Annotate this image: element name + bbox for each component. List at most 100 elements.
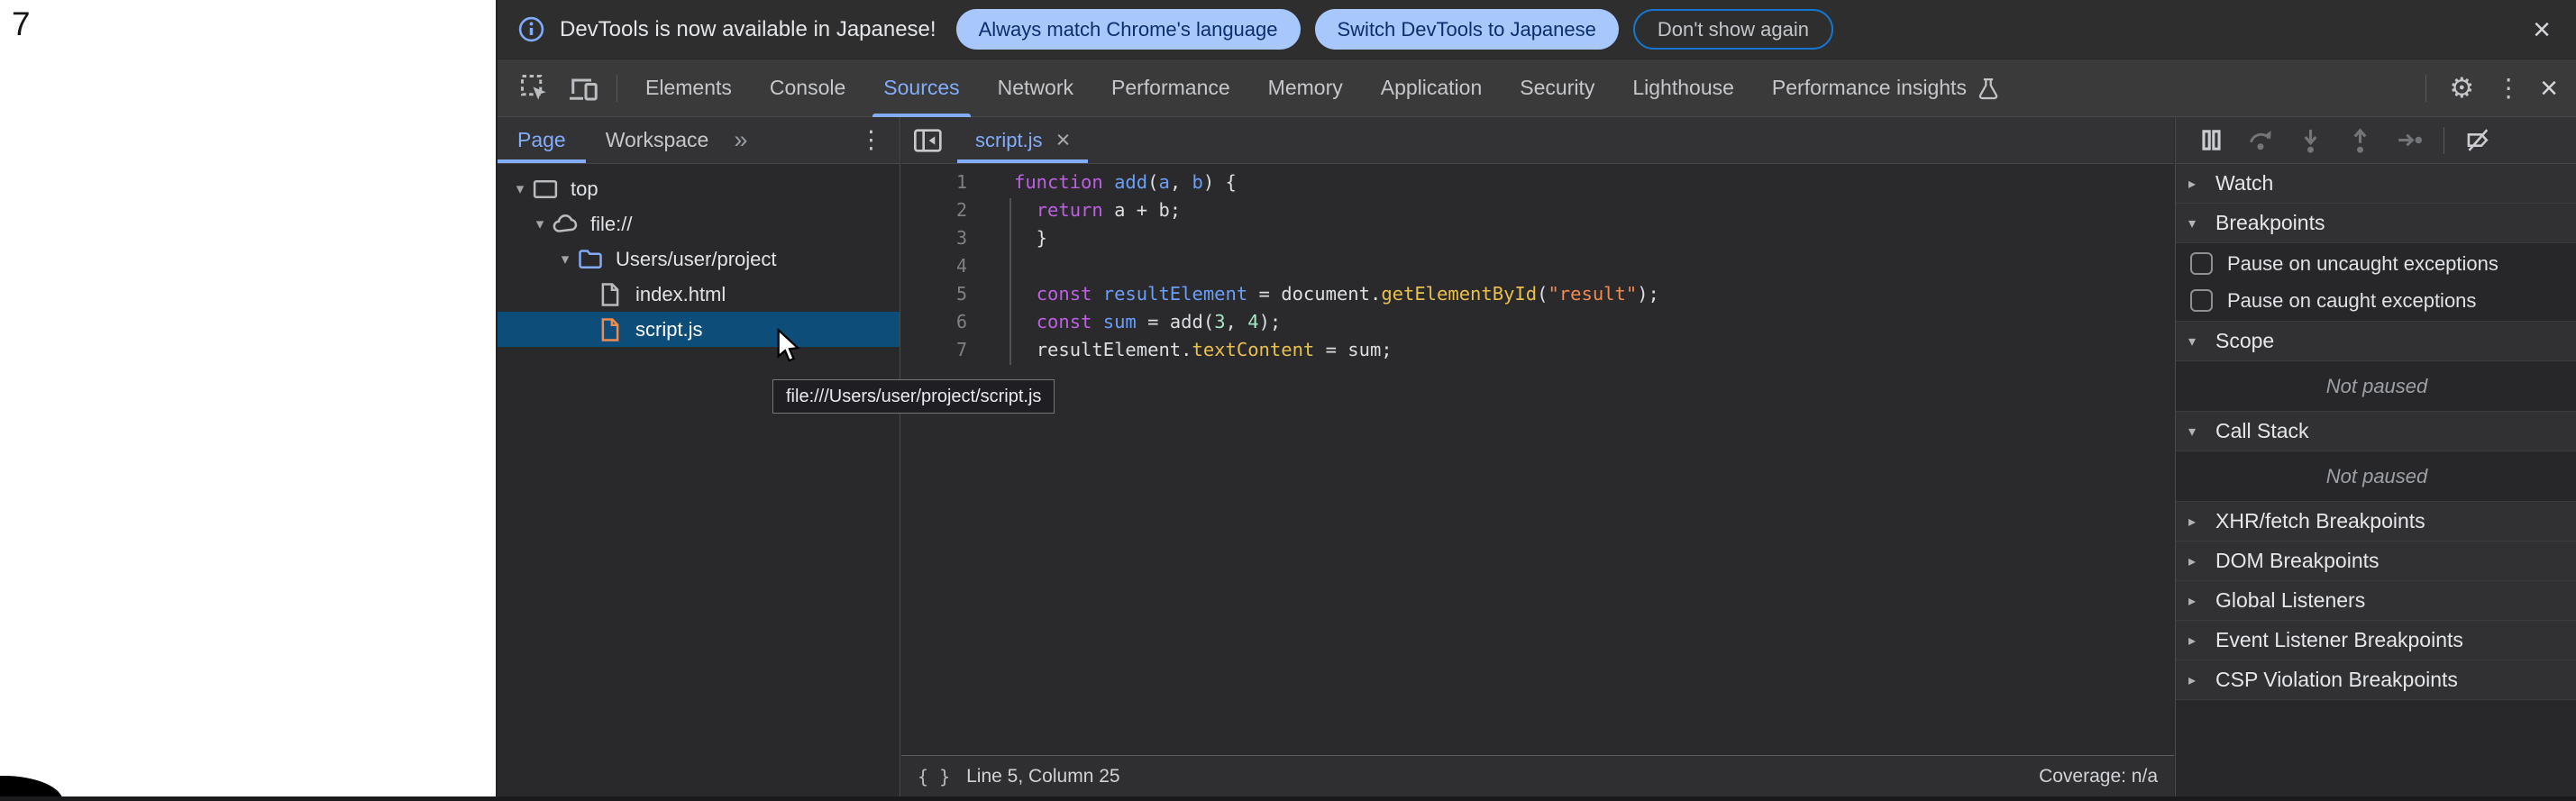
code-text: resultElement.textContent = sum; xyxy=(967,336,1393,364)
cursor-position-label: Line 5, Column 25 xyxy=(966,766,1119,787)
coverage-label: Coverage: n/a xyxy=(2039,766,2158,787)
code-line: 7 resultElement.textContent = sum; xyxy=(901,336,2174,364)
code-line: 3 } xyxy=(901,224,2174,252)
line-number[interactable]: 5 xyxy=(901,280,967,308)
code-line: 4 xyxy=(901,252,2174,280)
tab-label: Sources xyxy=(883,76,959,100)
tab-lighthouse[interactable]: Lighthouse xyxy=(1613,59,1753,117)
tab-memory[interactable]: Memory xyxy=(1249,59,1362,117)
folder-icon xyxy=(577,247,604,272)
section-dom-breakpoints[interactable]: ▸DOM Breakpoints xyxy=(2176,542,2576,581)
pretty-print-icon[interactable]: { } xyxy=(918,766,950,787)
step-out-icon[interactable] xyxy=(2346,126,2374,154)
tabbar-right-controls: ⚙ ⋮ × xyxy=(2416,73,2563,104)
file-tab-label: script.js xyxy=(975,129,1043,152)
step-into-icon[interactable] xyxy=(2297,126,2325,154)
toggle-navigator-icon[interactable] xyxy=(912,126,945,155)
line-number[interactable]: 6 xyxy=(901,308,967,336)
infobar-close-icon[interactable]: × xyxy=(2527,14,2556,45)
dont-show-again-button[interactable]: Don't show again xyxy=(1633,9,1833,50)
tab-performance-insights[interactable]: Performance insights xyxy=(1753,59,2020,117)
device-toolbar-icon[interactable] xyxy=(567,72,599,105)
always-match-language-button[interactable]: Always match Chrome's language xyxy=(956,9,1301,50)
checkbox[interactable] xyxy=(2190,289,2213,312)
settings-gear-icon[interactable]: ⚙ xyxy=(2441,74,2482,102)
tree-item-users-user-project[interactable]: ▾Users/user/project xyxy=(498,241,900,277)
chevron-right-icon: ▸ xyxy=(2188,552,2215,570)
frame-icon xyxy=(532,177,559,202)
code-text: function add(a, b) { xyxy=(967,168,1237,196)
navigator-more-icon[interactable]: ⋮ xyxy=(843,126,900,154)
tree-item-index-html[interactable]: index.html xyxy=(498,277,900,312)
code-text xyxy=(967,252,1014,280)
switch-devtools-japanese-button[interactable]: Switch DevTools to Japanese xyxy=(1315,9,1619,50)
line-number[interactable]: 2 xyxy=(901,196,967,224)
expand-arrow-icon[interactable]: ▾ xyxy=(528,215,552,233)
tree-item-label: script.js xyxy=(635,318,703,341)
tree-item-top[interactable]: ▾top xyxy=(498,171,900,206)
line-number[interactable]: 4 xyxy=(901,252,967,280)
devtools-close-icon[interactable]: × xyxy=(2535,73,2563,104)
expand-arrow-icon[interactable]: ▾ xyxy=(553,250,577,269)
browser-page-content: 7 xyxy=(0,0,496,801)
section-call-stack[interactable]: ▾Call Stack xyxy=(2176,412,2576,451)
checkbox-row-pause-on-uncaught-exceptions[interactable]: Pause on uncaught exceptions xyxy=(2176,245,2576,282)
code-line: 5 const resultElement = document.getElem… xyxy=(901,280,2174,308)
pause-icon[interactable] xyxy=(2197,126,2225,154)
info-icon xyxy=(517,15,545,43)
tab-label: Elements xyxy=(645,76,732,100)
devtools-main: PageWorkspace » ⋮ ▾top▾file://▾Users/use… xyxy=(498,117,2576,796)
tree-item-file[interactable]: ▾file:// xyxy=(498,206,900,241)
navigator-tab-page[interactable]: Page xyxy=(498,117,586,163)
section-label: DOM Breakpoints xyxy=(2215,549,2380,573)
tab-label: Performance xyxy=(1111,76,1230,100)
section-global-listeners[interactable]: ▸Global Listeners xyxy=(2176,581,2576,621)
tab-label: Application xyxy=(1381,76,1483,100)
tab-script-js[interactable]: script.js × xyxy=(957,117,1088,163)
chevron-right-icon: ▸ xyxy=(2188,175,2215,193)
section-xhr-fetch-breakpoints[interactable]: ▸XHR/fetch Breakpoints xyxy=(2176,502,2576,542)
tab-security[interactable]: Security xyxy=(1501,59,1613,117)
more-options-icon[interactable]: ⋮ xyxy=(2488,76,2529,101)
tab-elements[interactable]: Elements xyxy=(626,59,751,117)
navigator-tab-workspace[interactable]: Workspace xyxy=(586,117,729,163)
section-breakpoints[interactable]: ▾Breakpoints xyxy=(2176,204,2576,243)
tree-item-script-js[interactable]: script.js xyxy=(498,312,900,347)
section-scope[interactable]: ▾Scope xyxy=(2176,322,2576,361)
tab-application[interactable]: Application xyxy=(1362,59,1502,117)
checkbox-row-pause-on-caught-exceptions[interactable]: Pause on caught exceptions xyxy=(2176,282,2576,319)
section-watch[interactable]: ▸Watch xyxy=(2176,164,2576,204)
chevron-down-icon: ▾ xyxy=(2188,214,2215,232)
code-line: 1function add(a, b) { xyxy=(901,168,2174,196)
line-number[interactable]: 1 xyxy=(901,168,967,196)
step-over-icon[interactable] xyxy=(2247,126,2275,154)
tab-performance[interactable]: Performance xyxy=(1092,59,1249,117)
code-line: 2 return a + b; xyxy=(901,196,2174,224)
checkbox[interactable] xyxy=(2190,252,2213,275)
section-label: Watch xyxy=(2215,171,2273,196)
more-tabs-icon[interactable]: » xyxy=(728,126,753,154)
section-label: Event Listener Breakpoints xyxy=(2215,628,2463,652)
deactivate-breakpoints-icon[interactable] xyxy=(2464,126,2492,154)
section-csp-violation-breakpoints[interactable]: ▸CSP Violation Breakpoints xyxy=(2176,660,2576,700)
step-icon[interactable] xyxy=(2396,126,2424,154)
inspect-element-icon[interactable] xyxy=(518,72,551,105)
chevron-right-icon: ▸ xyxy=(2188,671,2215,689)
section-event-listener-breakpoints[interactable]: ▸Event Listener Breakpoints xyxy=(2176,621,2576,660)
chevron-right-icon: ▸ xyxy=(2188,513,2215,531)
line-number[interactable]: 3 xyxy=(901,224,967,252)
close-tab-icon[interactable]: × xyxy=(1056,128,1071,152)
checkbox-label: Pause on uncaught exceptions xyxy=(2227,252,2498,276)
tab-network[interactable]: Network xyxy=(979,59,1092,117)
line-number[interactable]: 7 xyxy=(901,336,967,364)
not-paused-message: Not paused xyxy=(2176,451,2576,501)
tab-console[interactable]: Console xyxy=(751,59,864,117)
file-url-tooltip: file:///Users/user/project/script.js xyxy=(772,379,1055,414)
code-text: const sum = add(3, 4); xyxy=(967,308,1281,336)
devtools-window: DevTools is now available in Japanese! A… xyxy=(496,0,2576,801)
expand-arrow-icon[interactable]: ▾ xyxy=(508,180,532,198)
editor-status-bar: { } Line 5, Column 25 Coverage: n/a xyxy=(901,755,2174,796)
code-editor[interactable]: 1function add(a, b) {2 return a + b;3 }4… xyxy=(901,164,2174,755)
not-paused-message: Not paused xyxy=(2176,361,2576,411)
tab-sources[interactable]: Sources xyxy=(864,59,978,117)
